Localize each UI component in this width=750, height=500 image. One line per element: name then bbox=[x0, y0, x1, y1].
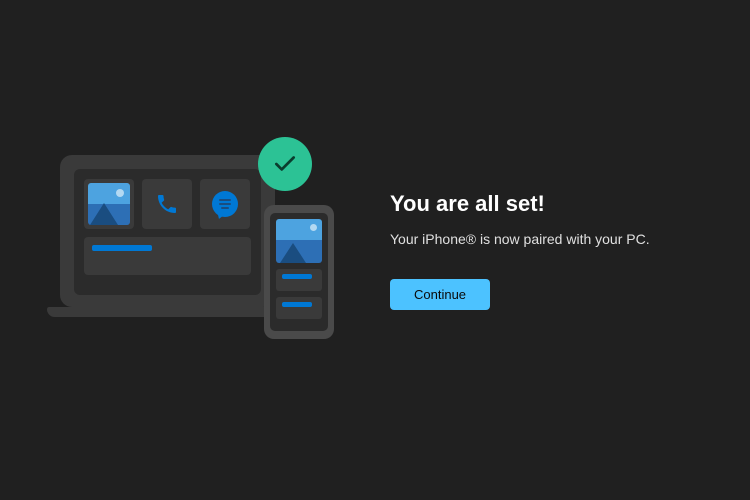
page-subtitle: Your iPhone® is now paired with your PC. bbox=[390, 231, 690, 247]
page-title: You are all set! bbox=[390, 191, 690, 217]
phone-illustration bbox=[264, 205, 334, 339]
continue-button[interactable]: Continue bbox=[390, 279, 490, 310]
laptop-illustration bbox=[60, 155, 275, 307]
text-placeholder-icon bbox=[84, 237, 251, 275]
phone-photo-icon bbox=[276, 219, 322, 263]
photo-tile-icon bbox=[84, 179, 134, 229]
messages-tile-icon bbox=[200, 179, 250, 229]
success-checkmark-icon bbox=[258, 137, 312, 191]
devices-illustration bbox=[60, 145, 340, 355]
content-panel: You are all set! Your iPhone® is now pai… bbox=[390, 191, 690, 310]
phone-tile-icon bbox=[142, 179, 192, 229]
setup-complete-dialog: You are all set! Your iPhone® is now pai… bbox=[0, 145, 750, 355]
